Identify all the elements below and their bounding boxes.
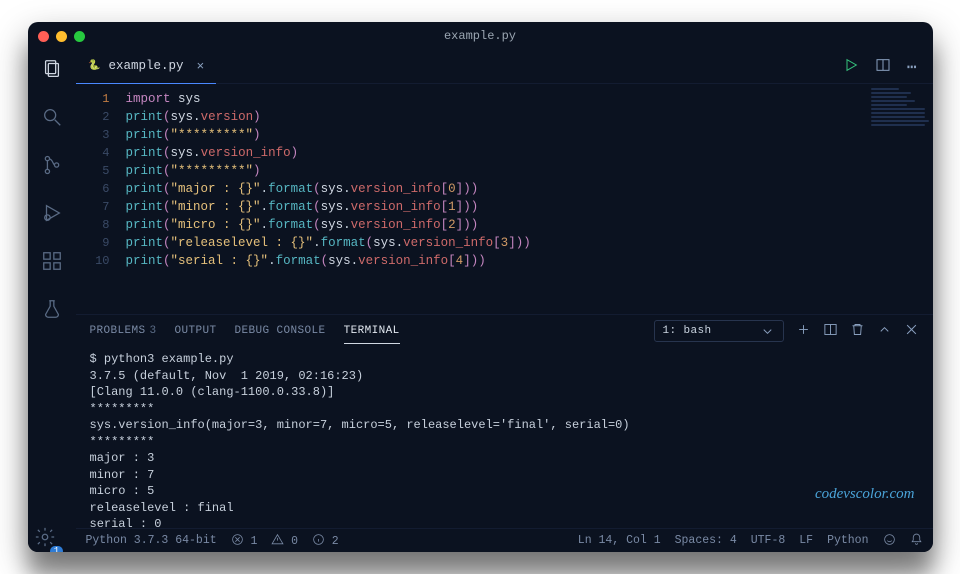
tab-bar: 🐍 example.py × ⋯ <box>76 50 933 84</box>
minimap[interactable] <box>871 88 929 152</box>
line-gutter: 12345678910 <box>76 84 120 314</box>
close-panel-icon[interactable] <box>904 322 919 341</box>
maximize-panel-icon[interactable] <box>877 322 892 341</box>
status-encoding[interactable]: UTF-8 <box>751 534 786 547</box>
split-terminal-icon[interactable] <box>823 322 838 341</box>
panel-tab-debug-console[interactable]: Debug Console <box>235 325 326 337</box>
run-debug-icon[interactable] <box>41 202 63 228</box>
activity-bar: 1 <box>28 50 76 552</box>
settings-gear-icon[interactable]: 1 <box>34 526 69 552</box>
window-title: example.py <box>28 29 933 43</box>
watermark: codevscolor.com <box>815 486 915 503</box>
tab-filename: example.py <box>109 59 184 73</box>
terminal-shell-select[interactable]: 1: bash <box>654 320 784 342</box>
tab-example-py[interactable]: 🐍 example.py × <box>76 50 217 84</box>
explorer-icon[interactable] <box>41 58 63 84</box>
status-bar: Python 3.7.3 64-bit 1 0 2 Ln 14, Col 1 S… <box>76 528 933 552</box>
panel-tab-terminal[interactable]: Terminal <box>344 325 400 344</box>
search-icon[interactable] <box>41 106 63 132</box>
panel-tab-output[interactable]: Output <box>175 325 217 337</box>
extensions-icon[interactable] <box>41 250 63 276</box>
more-actions-icon[interactable]: ⋯ <box>907 57 919 77</box>
status-spaces[interactable]: Spaces: 4 <box>675 534 737 547</box>
status-problems[interactable]: 1 0 2 <box>231 533 339 548</box>
source-control-icon[interactable] <box>41 154 63 180</box>
status-eol[interactable]: LF <box>799 534 813 547</box>
status-language[interactable]: Python <box>827 534 868 547</box>
testing-icon[interactable] <box>41 298 63 324</box>
titlebar: example.py <box>28 22 933 50</box>
close-tab-icon[interactable]: × <box>197 59 205 74</box>
status-ln-col[interactable]: Ln 14, Col 1 <box>578 534 661 547</box>
terminal-output[interactable]: $ python3 example.py3.7.5 (default, Nov … <box>76 347 933 528</box>
feedback-icon[interactable] <box>883 533 896 548</box>
chevron-down-icon <box>760 324 775 339</box>
split-editor-icon[interactable] <box>875 57 891 77</box>
new-terminal-icon[interactable] <box>796 322 811 341</box>
warning-icon <box>271 533 284 546</box>
python-file-icon: 🐍 <box>88 59 102 73</box>
error-icon <box>231 533 244 546</box>
info-icon <box>312 533 325 546</box>
bottom-panel: Problems3 Output Debug Console Terminal … <box>76 314 933 528</box>
status-python-interpreter[interactable]: Python 3.7.3 64-bit <box>86 534 217 547</box>
kill-terminal-icon[interactable] <box>850 322 865 341</box>
notifications-icon[interactable] <box>910 533 923 548</box>
run-file-icon[interactable] <box>843 57 859 77</box>
editor[interactable]: 12345678910 import sysprint(sys.version)… <box>76 84 933 314</box>
settings-badge: 1 <box>50 546 63 552</box>
panel-tab-problems[interactable]: Problems3 <box>90 325 157 337</box>
vscode-window: example.py 1 🐍 example.py × <box>28 22 933 552</box>
code-area[interactable]: import sysprint(sys.version)print("*****… <box>120 84 933 314</box>
